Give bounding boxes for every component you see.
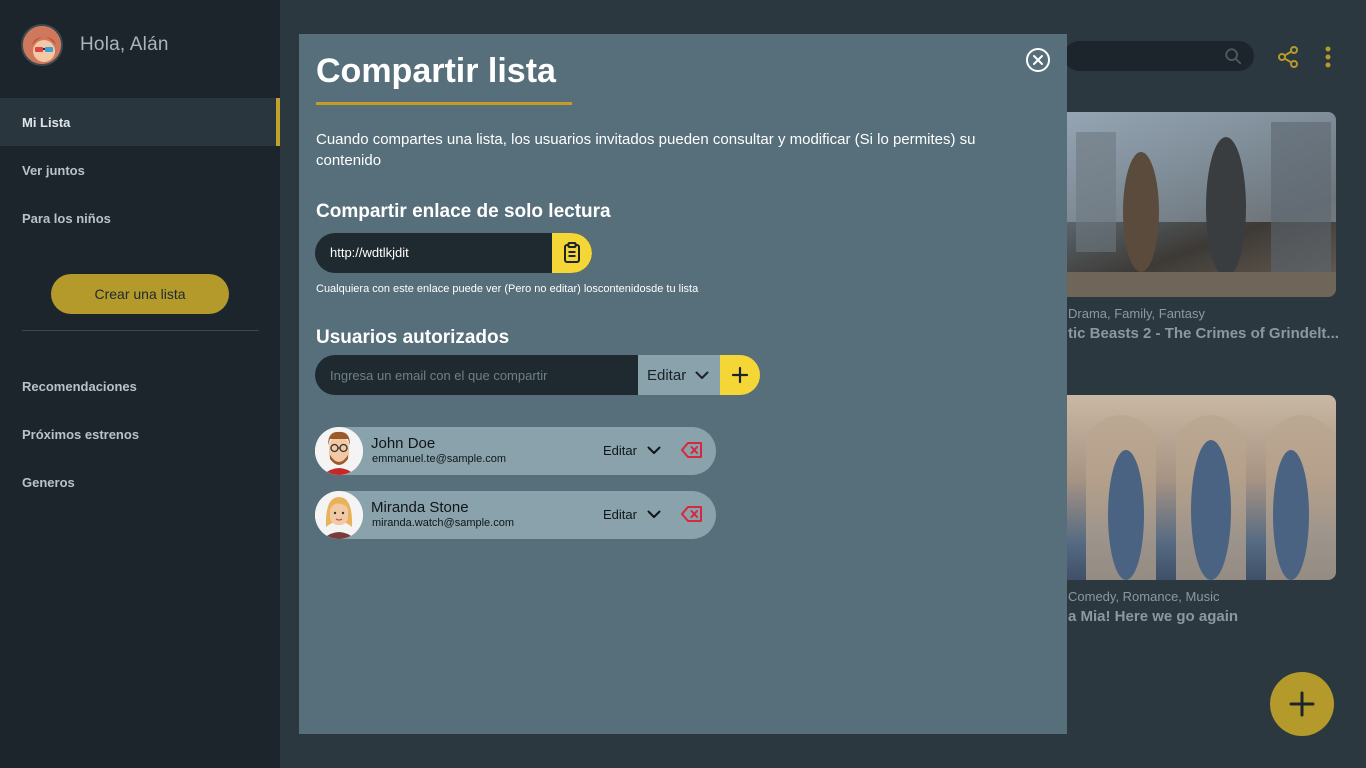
user-name: Miranda Stone — [371, 499, 469, 516]
user-name: John Doe — [371, 435, 436, 452]
share-icon[interactable] — [1276, 45, 1300, 69]
chevron-down-icon — [647, 446, 661, 454]
add-fab-button[interactable] — [1270, 672, 1334, 736]
user-email: emmanuel.te@sample.com — [372, 453, 507, 465]
readonly-section-title: Compartir enlace de solo lectura — [316, 201, 611, 222]
movie-genres: Drama, Family, Fantasy — [1068, 306, 1206, 321]
search-input[interactable] — [1064, 41, 1254, 71]
remove-user-icon[interactable] — [681, 441, 703, 459]
plus-icon — [1289, 691, 1315, 717]
avatar — [315, 491, 363, 539]
permission-select[interactable]: Editar — [638, 355, 720, 395]
copy-link-button[interactable] — [552, 233, 592, 273]
close-icon[interactable] — [1025, 47, 1051, 73]
readonly-link-field[interactable]: http://wdtlkjdit — [315, 233, 592, 273]
email-input[interactable] — [315, 355, 638, 395]
sidebar-item-generos[interactable]: Generos — [0, 458, 280, 506]
primary-nav: Mi Lista Ver juntos Para los niños — [0, 98, 280, 242]
invite-user-row: Editar — [315, 355, 760, 395]
readonly-link-hint: Cualquiera con este enlace puede ver (Pe… — [316, 283, 699, 295]
chevron-down-icon — [695, 371, 709, 379]
secondary-nav: Recomendaciones Próximos estrenos Genero… — [0, 362, 280, 506]
sidebar-item-para-los-ninos[interactable]: Para los niños — [0, 194, 280, 242]
movie-title[interactable]: a Mia! Here we go again — [1068, 608, 1338, 625]
sidebar-divider — [22, 330, 259, 331]
movie-title[interactable]: tic Beasts 2 - The Crimes of Grindelt... — [1068, 325, 1338, 342]
authorized-user-item: Miranda Stone miranda.watch@sample.com E… — [315, 491, 716, 539]
movie-poster[interactable] — [1066, 395, 1336, 580]
movie-poster[interactable] — [1066, 112, 1336, 297]
user-avatar-illustration — [315, 427, 363, 475]
authorized-user-item: John Doe emmanuel.te@sample.com Editar — [315, 427, 716, 475]
user-avatar-illustration — [23, 26, 61, 64]
remove-user-icon[interactable] — [681, 505, 703, 523]
user-permission-value: Editar — [603, 507, 637, 522]
user-permission-value: Editar — [603, 443, 637, 458]
title-underline — [316, 102, 572, 105]
user-avatar-illustration — [315, 491, 363, 539]
sidebar-item-proximos-estrenos[interactable]: Próximos estrenos — [0, 410, 280, 458]
user-permission-select[interactable]: Editar — [603, 507, 661, 522]
avatar[interactable] — [21, 24, 63, 66]
share-list-modal: Compartir lista Cuando compartes una lis… — [299, 34, 1067, 734]
sidebar: Hola, Alán Mi Lista Ver juntos Para los … — [0, 0, 280, 768]
sidebar-item-recomendaciones[interactable]: Recomendaciones — [0, 362, 280, 410]
movie-genres: Comedy, Romance, Music — [1068, 589, 1220, 604]
create-list-button[interactable]: Crear una lista — [51, 274, 229, 314]
modal-title: Compartir lista — [316, 52, 556, 90]
search-icon[interactable] — [1224, 47, 1242, 65]
add-user-button[interactable] — [720, 355, 760, 395]
modal-description: Cuando compartes una lista, los usuarios… — [316, 131, 976, 169]
poster-image — [1066, 112, 1336, 297]
sidebar-item-ver-juntos[interactable]: Ver juntos — [0, 146, 280, 194]
greeting: Hola, Alán — [80, 34, 169, 55]
plus-icon — [731, 366, 749, 384]
user-email: miranda.watch@sample.com — [372, 517, 514, 529]
avatar — [315, 427, 363, 475]
user-permission-select[interactable]: Editar — [603, 443, 661, 458]
permission-select-value: Editar — [647, 366, 687, 384]
user-header: Hola, Alán — [21, 24, 169, 66]
poster-image — [1086, 415, 1336, 580]
sidebar-item-mi-lista[interactable]: Mi Lista — [0, 98, 280, 146]
authorized-users-title: Usuarios autorizados — [316, 327, 510, 348]
chevron-down-icon — [647, 510, 661, 518]
kebab-menu-icon[interactable] — [1318, 45, 1338, 69]
readonly-link-value[interactable]: http://wdtlkjdit — [330, 245, 409, 260]
clipboard-icon — [564, 242, 580, 263]
